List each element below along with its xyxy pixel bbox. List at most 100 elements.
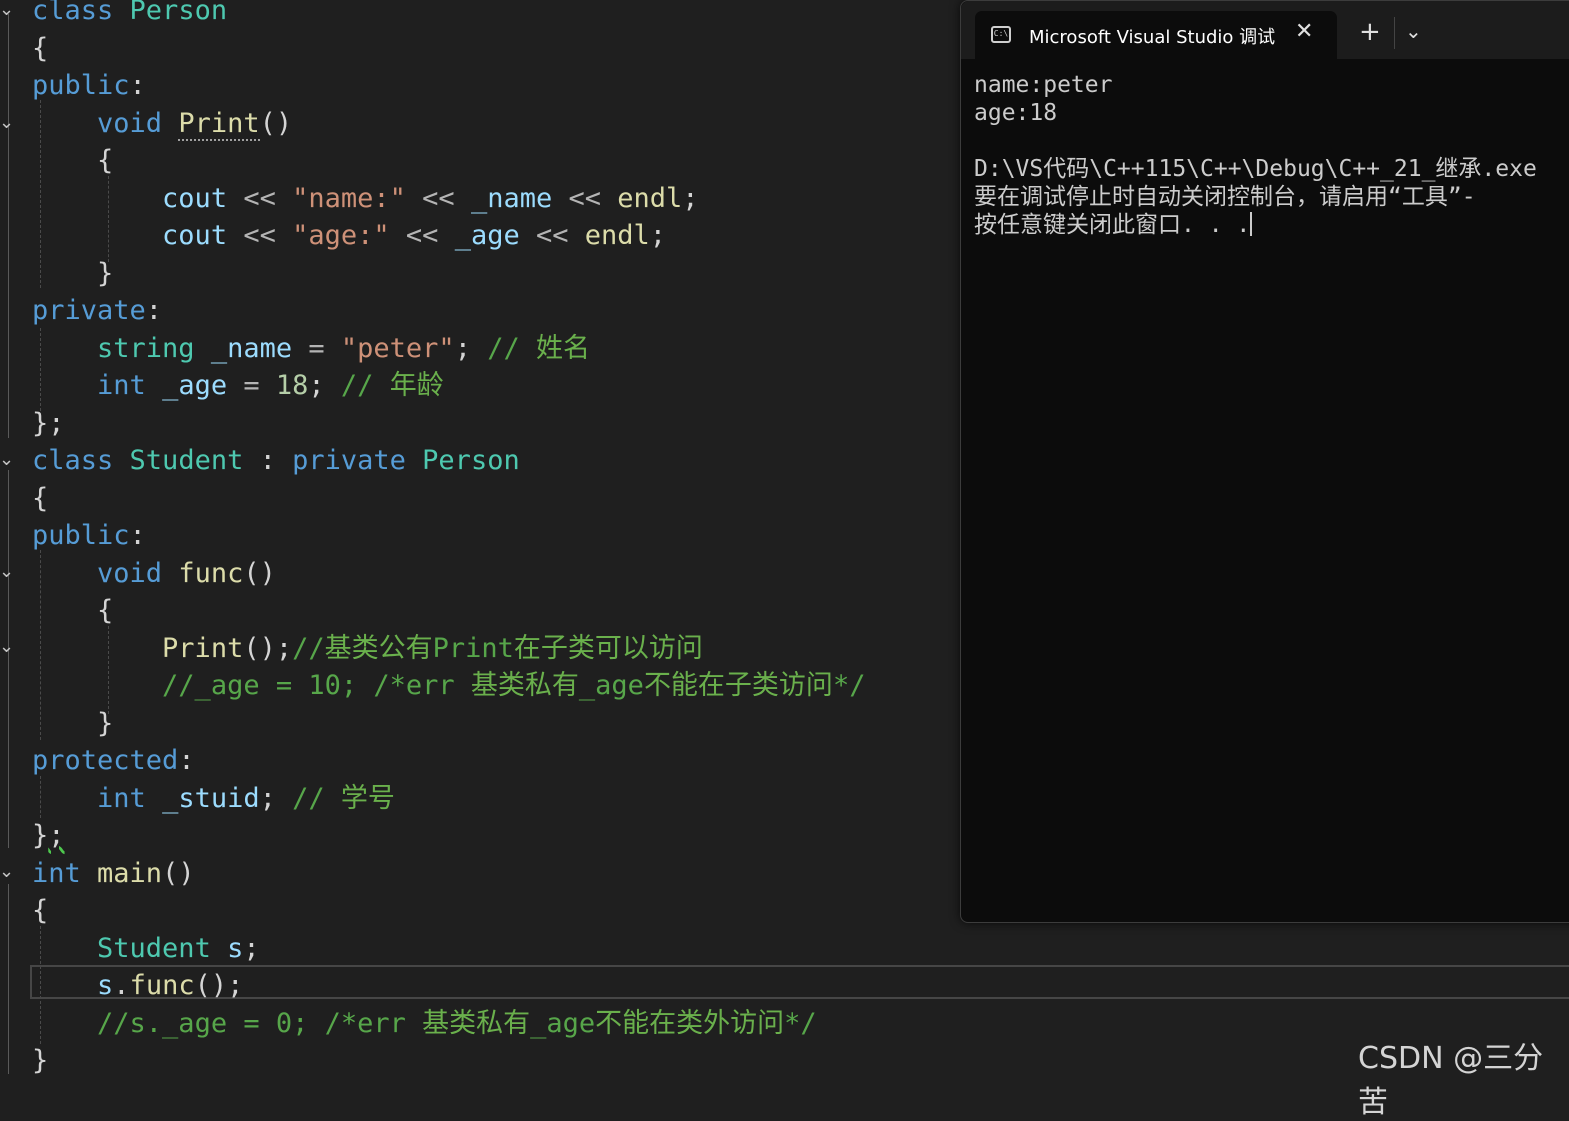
tab-separator bbox=[1394, 17, 1395, 49]
code-token: void bbox=[97, 107, 179, 139]
console-titlebar: C:\ Microsoft Visual Studio 调试控 ✕ + ⌄ bbox=[961, 1, 1569, 59]
code-token: : bbox=[178, 745, 195, 776]
fold-chevron-icon[interactable]: ⌄ bbox=[0, 638, 14, 656]
code-token: int bbox=[97, 370, 163, 401]
code-token: class bbox=[32, 445, 130, 476]
code-token: ; bbox=[259, 782, 293, 814]
code-token: 学号 bbox=[340, 782, 395, 814]
code-token: public bbox=[32, 70, 130, 101]
code-token: } bbox=[32, 820, 49, 851]
code-token: private bbox=[292, 445, 423, 476]
code-token: } bbox=[32, 707, 114, 739]
code-token: << bbox=[552, 182, 618, 214]
code-token: ; bbox=[243, 932, 260, 964]
chevron-down-icon[interactable]: ⌄ bbox=[1405, 21, 1422, 41]
code-token: 基类公有 bbox=[324, 632, 433, 664]
code-token: << bbox=[519, 220, 585, 251]
code-token: { bbox=[32, 145, 114, 176]
code-token: // bbox=[487, 332, 536, 364]
code-token: 姓名 bbox=[535, 332, 590, 364]
code-token: _age bbox=[162, 370, 228, 401]
code-token: = bbox=[292, 332, 341, 364]
console-output-line: 要在调试停止时自动关闭控制台，请启用“工具”- bbox=[974, 184, 1476, 210]
code-token: { bbox=[32, 895, 49, 926]
code-token: Person bbox=[129, 0, 228, 26]
console-output-line: 按任意键关闭此窗口. . . bbox=[974, 212, 1253, 238]
code-token: Print bbox=[162, 632, 244, 664]
code-token: 年龄 bbox=[389, 370, 444, 401]
code-token: //s._age = 0; /*err bbox=[97, 1007, 423, 1039]
code-line: void Print() bbox=[32, 105, 292, 142]
code-token: 18 bbox=[275, 370, 309, 401]
fold-chevron-icon[interactable]: ⌄ bbox=[0, 1, 14, 19]
fold-chevron-icon[interactable]: ⌄ bbox=[0, 863, 14, 881]
code-token: cout bbox=[162, 220, 228, 251]
new-tab-button[interactable]: + bbox=[1359, 19, 1381, 45]
code-token: : bbox=[129, 520, 146, 551]
code-token: Student bbox=[97, 932, 228, 964]
code-token: private bbox=[32, 295, 146, 326]
code-token: class bbox=[32, 0, 130, 26]
code-line: } bbox=[32, 255, 113, 292]
code-token: "name:" bbox=[292, 182, 406, 214]
code-token: << bbox=[405, 182, 471, 214]
code-token: 基类私有 bbox=[422, 1007, 531, 1039]
console-output-line: age:18 bbox=[974, 100, 1058, 126]
watermark: CSDN @三分苦 bbox=[1358, 1041, 1544, 1120]
console-tab[interactable]: C:\ Microsoft Visual Studio 调试控 ✕ bbox=[975, 11, 1337, 59]
code-line: }; bbox=[32, 405, 65, 442]
code-token: : bbox=[145, 295, 163, 326]
fold-chevron-icon[interactable]: ⌄ bbox=[0, 114, 14, 132]
code-token: = bbox=[227, 370, 276, 401]
code-token: endl bbox=[617, 182, 683, 214]
code-line: cout << "age:" << _age << endl; bbox=[32, 217, 666, 254]
code-token: } bbox=[32, 1045, 49, 1076]
code-token: Print bbox=[178, 107, 260, 141]
code-token: Student bbox=[129, 445, 244, 476]
code-line: { bbox=[32, 592, 113, 629]
console-output-line: D:\VS代码\C++115\C++\Debug\C++_21_继承.exe bbox=[974, 156, 1537, 182]
code-token: 在子类可以访问 bbox=[513, 632, 703, 664]
code-token: { bbox=[32, 482, 49, 514]
code-token: (); bbox=[243, 632, 293, 664]
code-token: ; bbox=[308, 370, 341, 401]
code-line: } bbox=[32, 1042, 48, 1079]
code-token: cout bbox=[162, 182, 228, 214]
close-icon[interactable]: ✕ bbox=[1295, 19, 1313, 44]
console-window[interactable]: C:\ Microsoft Visual Studio 调试控 ✕ + ⌄ na… bbox=[960, 0, 1569, 923]
code-token: "peter" bbox=[340, 332, 455, 364]
fold-chevron-icon[interactable]: ⌄ bbox=[0, 451, 14, 469]
fold-chevron-icon[interactable]: ⌄ bbox=[0, 563, 14, 581]
code-token: "age:" bbox=[292, 220, 390, 251]
text-cursor bbox=[1250, 212, 1253, 236]
code-token: } bbox=[32, 257, 114, 289]
code-token: string bbox=[97, 332, 211, 364]
code-line: public: bbox=[32, 67, 146, 104]
code-token: int bbox=[97, 782, 163, 814]
code-token: protected bbox=[32, 745, 179, 776]
code-token: ; bbox=[48, 820, 65, 851]
code-line: { bbox=[32, 142, 113, 179]
code-token: main bbox=[97, 857, 163, 889]
code-token: (); bbox=[194, 970, 244, 1001]
code-line: void func() bbox=[32, 555, 276, 592]
code-token: () bbox=[243, 557, 276, 589]
code-line: //s._age = 0; /*err 基类私有_age不能在类外访问*/ bbox=[32, 1005, 817, 1042]
code-token: () bbox=[162, 857, 195, 889]
code-token: // bbox=[340, 370, 390, 401]
fold-rail-student bbox=[8, 470, 9, 848]
code-token: << bbox=[227, 182, 293, 214]
code-token: func bbox=[178, 557, 244, 589]
code-token: ; bbox=[649, 220, 667, 251]
code-token: void bbox=[97, 557, 179, 589]
